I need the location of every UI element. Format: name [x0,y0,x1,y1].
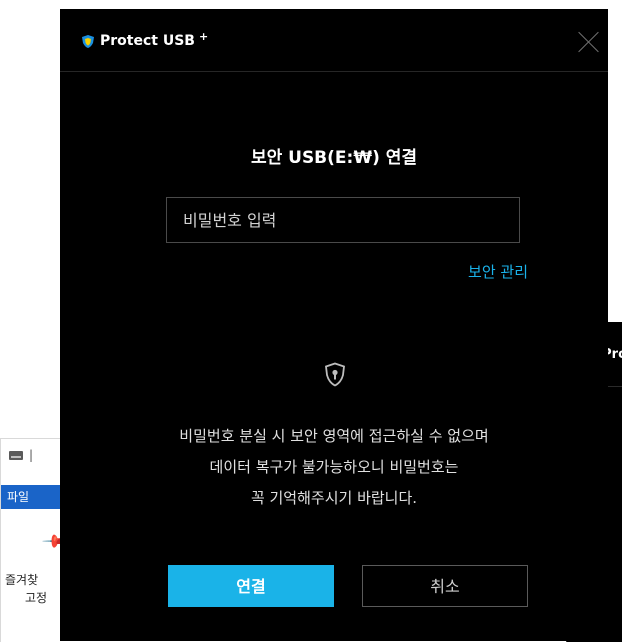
quick-access-label-line2: 고정 [25,591,48,605]
notice-line: 비밀번호 분실 시 보안 영역에 접근하실 수 없으며 [179,427,489,445]
quick-access-label-line1: 즐겨찾 [5,573,39,587]
dialog-header: Protect USB + [60,9,608,72]
connect-button[interactable]: 연결 [168,565,334,607]
security-manage-link[interactable]: 보안 관리 [468,261,528,282]
notice-line: 꼭 기억해주시기 바랍니다. [250,489,418,507]
shield-lock-icon [325,362,345,387]
app-name-superscript: + [198,29,209,43]
app-name: Protect USB [100,33,195,49]
close-icon[interactable] [578,31,600,53]
notice-line: 데이터 복구가 불가능하오니 비밀번호는 [209,458,459,476]
password-input[interactable] [166,197,520,243]
shield-logo-icon [82,34,94,48]
dialog-title: 보안 USB(E:₩) 연결 [250,148,418,168]
explorer-titlebar: | [1,439,65,471]
drive-icon [9,450,23,460]
cancel-button[interactable]: 취소 [362,565,528,607]
ribbon-tab-file[interactable]: 파일 [1,485,65,509]
app-brand: Protect USB + [82,29,209,49]
background-explorer-window: | 파일 📌 즐겨찾 고정 [0,438,72,642]
titlebar-separator: | [29,448,34,462]
protect-usb-dialog: Protect USB + 보안 USB(E:₩) 연결 보안 관리 비밀번호 … [60,9,608,641]
password-notice: 비밀번호 분실 시 보안 영역에 접근하실 수 없으며 데이터 복구가 불가능하… [60,421,608,514]
